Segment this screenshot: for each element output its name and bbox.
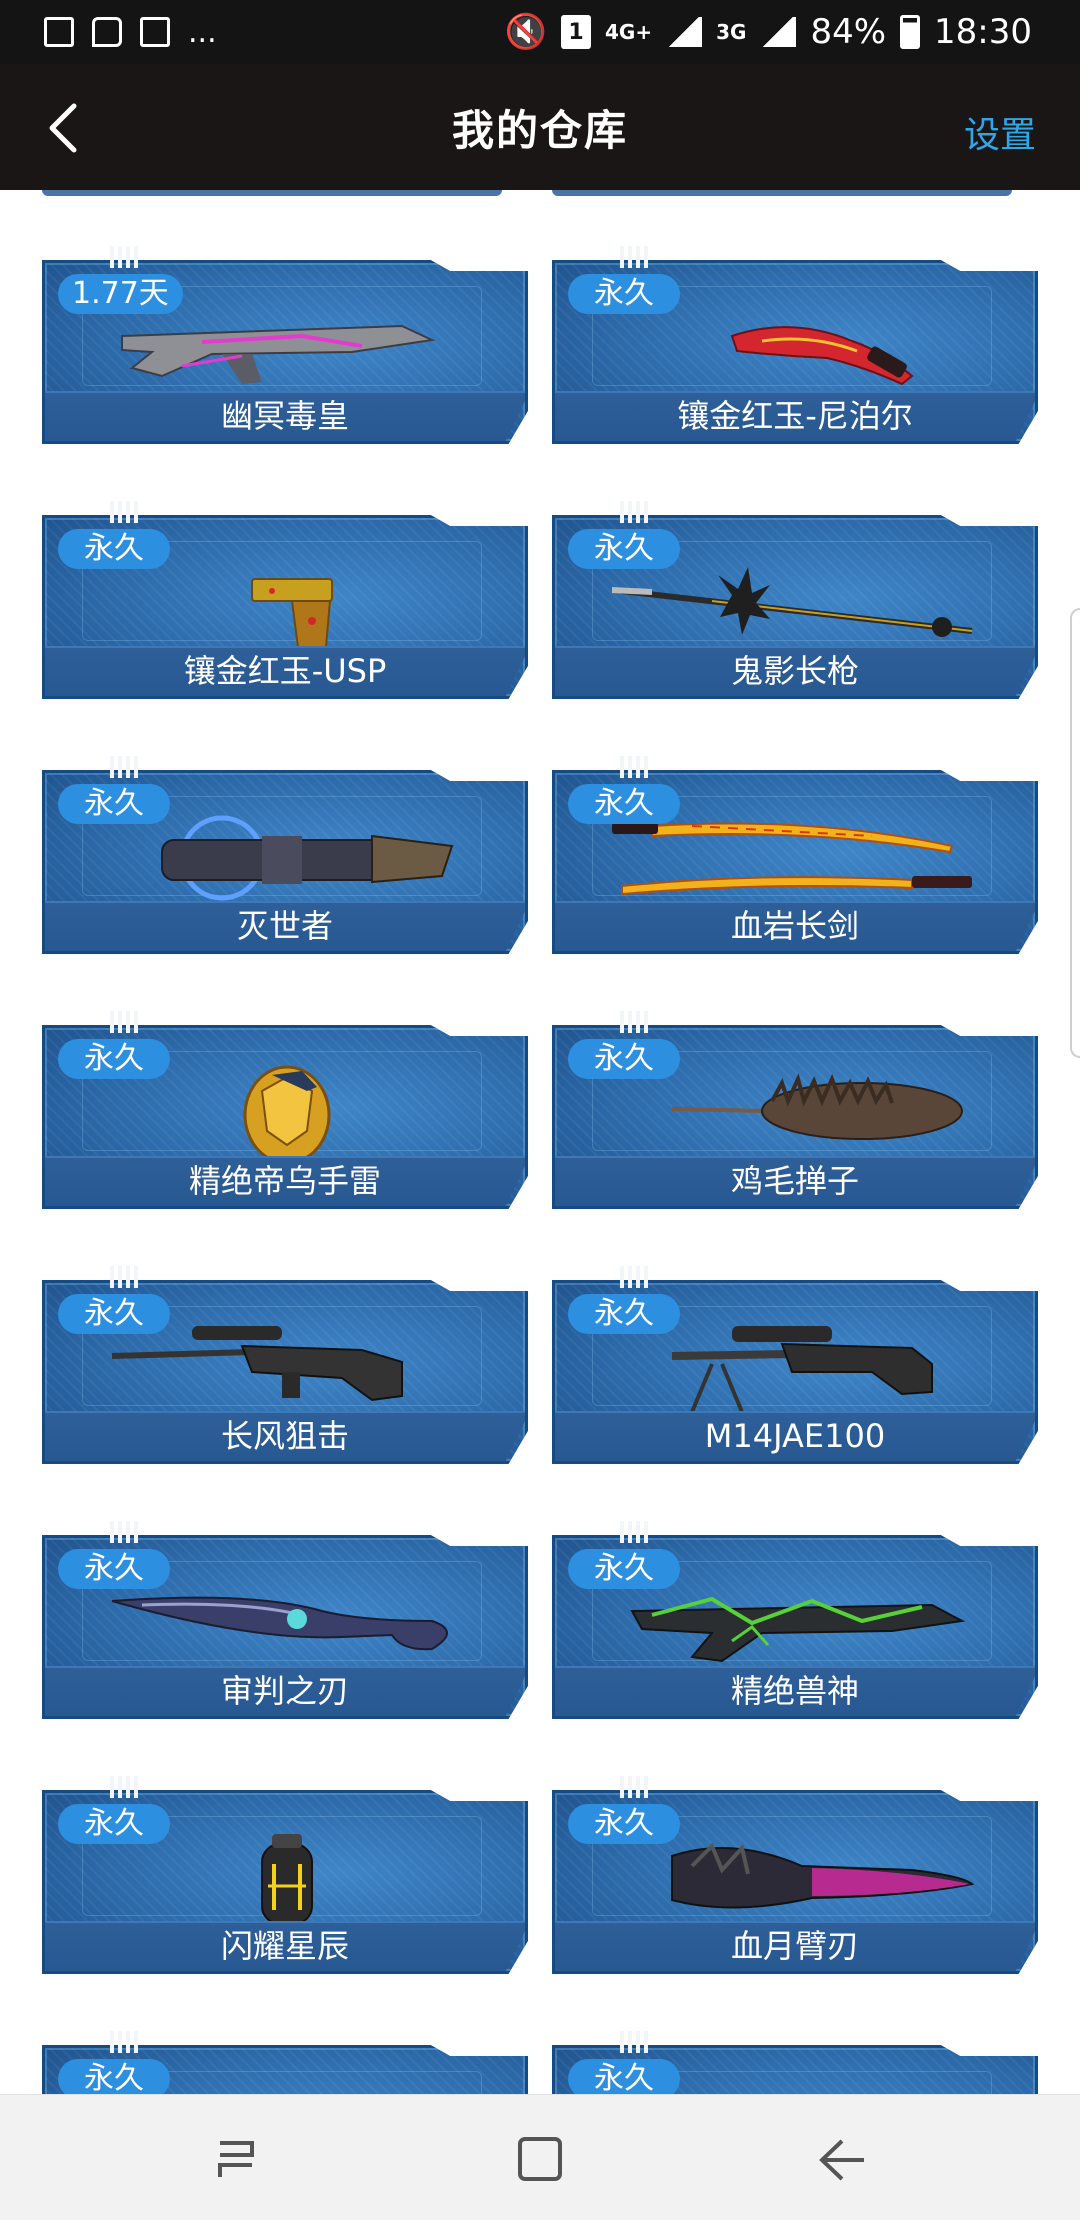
page-title: 我的仓库 (451, 105, 628, 155)
status-bar: ... 🔇 1 4G+ 3G 84% 18:30 (0, 0, 1080, 64)
navigation-bar (0, 2094, 1080, 2220)
duration-badge: 1.77天 (58, 274, 183, 314)
scroll-handle[interactable] (1070, 608, 1080, 1058)
duration-badge: 永久 (58, 1294, 170, 1334)
mute-icon: 🔇 (504, 12, 547, 52)
previous-card-edge (552, 190, 1012, 196)
duration-badge: 永久 (58, 1039, 170, 1079)
card-tab-decoration (110, 1521, 138, 1543)
card-tab-decoration (620, 501, 648, 523)
inventory-item-card[interactable]: 永久镶金红玉-尼泊尔 (552, 246, 1038, 444)
settings-button[interactable]: 设置 (964, 106, 1036, 158)
card-tab-decoration (620, 756, 648, 778)
back-button[interactable] (42, 102, 88, 154)
nav-back-button[interactable] (812, 2133, 872, 2187)
inventory-item-card[interactable]: 永久精绝帝乌手雷 (42, 1011, 528, 1209)
network-type-primary: 4G+ (605, 20, 653, 44)
inventory-item-card[interactable]: 永久审判之刃 (42, 1521, 528, 1719)
card-tab-decoration (620, 1776, 648, 1798)
inventory-item-card[interactable]: 永久鸡毛掸子 (552, 1011, 1038, 1209)
inventory-item-card[interactable]: 永久血岩长剑 (552, 756, 1038, 954)
duration-badge: 永久 (568, 1549, 680, 1589)
card-tab-decoration (110, 1266, 138, 1288)
item-name: 血月臂刃 (730, 1927, 859, 1965)
system-icons: 🔇 1 4G+ 3G 84% 18:30 (505, 12, 1032, 52)
more-notifications: ... (188, 14, 217, 50)
item-name: 精绝兽神 (730, 1672, 859, 1710)
home-icon (518, 2137, 562, 2181)
duration-badge: 永久 (568, 529, 680, 569)
item-name: 审判之刃 (220, 1672, 349, 1710)
item-name: 精绝帝乌手雷 (188, 1162, 381, 1200)
inventory-item-card[interactable]: 永久闪耀星辰 (42, 1776, 528, 1974)
signal-icon (666, 17, 703, 47)
item-name: 鸡毛掸子 (730, 1162, 859, 1200)
card-tab-decoration (620, 246, 648, 268)
clock: 18:30 (934, 12, 1032, 52)
duration-badge: 永久 (58, 1549, 170, 1589)
inventory-item-card[interactable]: 永久灭世者 (42, 756, 528, 954)
document-icon (140, 17, 170, 47)
duration-badge: 永久 (568, 1804, 680, 1844)
item-name: 长风狙击 (220, 1417, 349, 1455)
duration-badge: 永久 (568, 1039, 680, 1079)
app-bar: 我的仓库 设置 (0, 64, 1080, 190)
item-name: 灭世者 (236, 907, 333, 945)
item-name: 镶金红玉-USP (183, 652, 387, 690)
inventory-item-card[interactable]: 永久 (552, 2031, 1038, 2094)
inventory-item-card[interactable]: 永久 (42, 2031, 528, 2094)
card-tab-decoration (620, 1521, 648, 1543)
card-tab-decoration (110, 246, 138, 268)
duration-badge: 永久 (58, 529, 170, 569)
duration-badge: 永久 (58, 1804, 170, 1844)
duration-badge: 永久 (568, 1294, 680, 1334)
duration-badge: 永久 (568, 2059, 680, 2094)
inventory-item-card[interactable]: 永久镶金红玉-USP (42, 501, 528, 699)
network-type-secondary: 3G (716, 20, 747, 44)
inventory-item-card[interactable]: 1.77天幽冥毒皇 (42, 246, 528, 444)
notification-icons: ... (44, 15, 217, 50)
card-tab-decoration (110, 1011, 138, 1033)
inventory-item-card[interactable]: 永久 M14JAE100 (552, 1266, 1038, 1464)
previous-card-edge (42, 190, 502, 196)
card-tab-decoration (620, 1266, 648, 1288)
inventory-item-card[interactable]: 永久鬼影长枪 (552, 501, 1038, 699)
arrow-left-icon (819, 2139, 864, 2181)
card-tab-decoration (110, 501, 138, 523)
card-tab-decoration (110, 756, 138, 778)
recent-apps-button[interactable] (206, 2133, 266, 2187)
signal-icon-2 (760, 17, 797, 47)
battery-percent: 84% (810, 12, 887, 52)
item-name: 镶金红玉-尼泊尔 (677, 397, 913, 435)
card-tab-decoration (620, 2031, 648, 2053)
item-name: 血岩长剑 (730, 907, 859, 945)
card-tab-decoration (620, 1011, 648, 1033)
item-name: 幽冥毒皇 (220, 397, 349, 435)
duration-badge: 永久 (58, 784, 170, 824)
sim-slot-badge: 1 (561, 15, 591, 49)
inventory-item-card[interactable]: 永久血月臂刃 (552, 1776, 1038, 1974)
inventory-item-card[interactable]: 永久精绝兽神 (552, 1521, 1038, 1719)
chevron-left-icon (49, 103, 77, 153)
home-button[interactable] (510, 2133, 570, 2187)
battery-icon (900, 15, 921, 49)
card-tab-decoration (110, 2031, 138, 2053)
duration-badge: 永久 (568, 274, 680, 314)
item-name: M14JAE100 (704, 1417, 886, 1455)
inventory-item-card[interactable]: 永久长风狙击 (42, 1266, 528, 1464)
inventory-list[interactable]: 1.77天 幽冥毒皇 永久 镶金红玉-尼泊尔 永久 镶金红玉-USP 永久 鬼影长枪 永久 灭世者… (0, 190, 1080, 2094)
item-name: 闪耀星辰 (220, 1927, 349, 1965)
image-icon (44, 17, 74, 47)
recent-apps-icon (218, 2141, 254, 2177)
duration-badge: 永久 (58, 2059, 170, 2094)
duration-badge: 永久 (568, 784, 680, 824)
chat-icon (92, 17, 122, 47)
card-tab-decoration (110, 1776, 138, 1798)
item-name: 鬼影长枪 (730, 652, 859, 690)
